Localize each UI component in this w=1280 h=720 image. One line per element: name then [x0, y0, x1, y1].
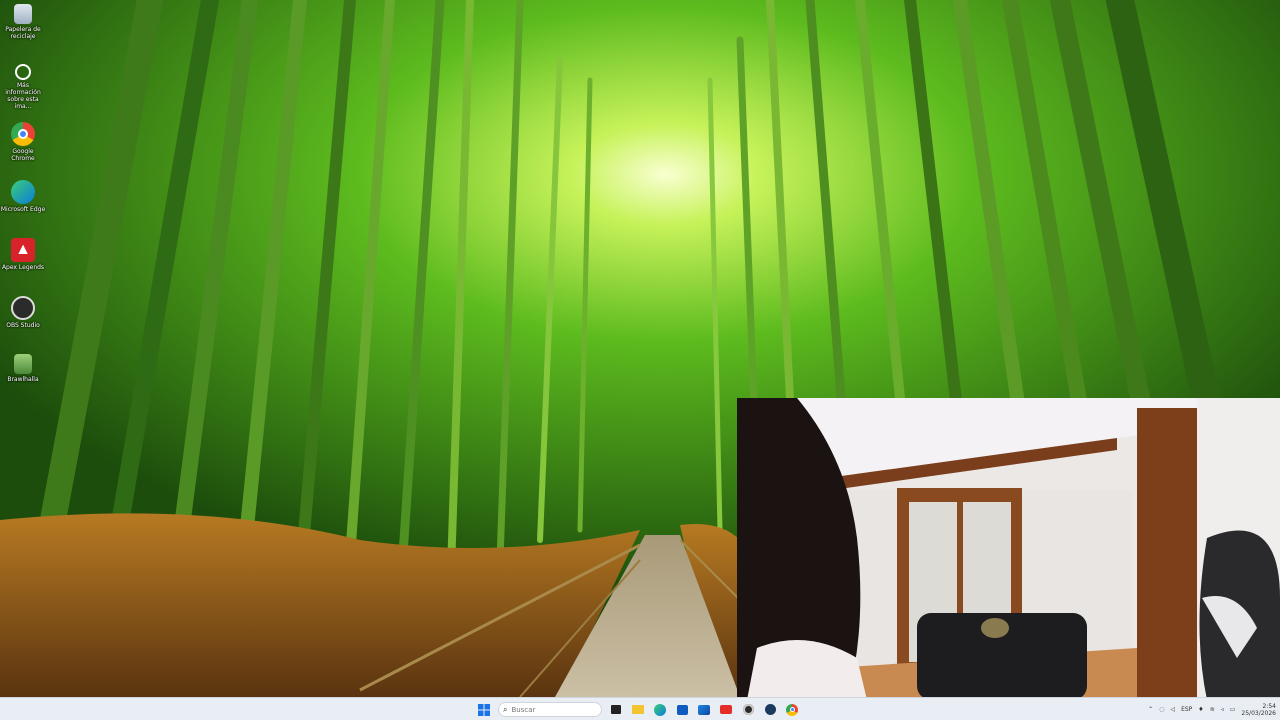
mic-icon[interactable]: ♦: [1198, 706, 1203, 713]
desktop-icon-label: Más información sobre esta ima...: [5, 82, 41, 110]
outlook-icon: [698, 704, 710, 715]
desktop-icon-apex-legends[interactable]: ▲ Apex Legends: [0, 238, 46, 271]
youtube-button[interactable]: [718, 702, 734, 718]
language-indicator[interactable]: ESP: [1181, 706, 1192, 713]
taskbar-search[interactable]: ⌕: [498, 702, 602, 717]
desktop-icon-label: Microsoft Edge: [0, 206, 46, 213]
file-explorer-icon: [632, 705, 644, 714]
search-icon: ⌕: [503, 704, 508, 714]
start-button[interactable]: [476, 702, 492, 718]
obs-icon: [742, 704, 754, 715]
battery-icon[interactable]: ▭: [1230, 706, 1236, 713]
brawlhalla-icon: [14, 354, 32, 374]
taskbar-center: ⌕: [476, 700, 800, 719]
system-tray: ⌃ ◌ ◁ ESP ♦ ≋ ◃ ▭ 2:54 25/03/2026: [1148, 700, 1276, 719]
task-view-icon: [611, 705, 621, 714]
edge-icon: [654, 703, 666, 716]
apex-legends-icon: ▲: [11, 238, 35, 262]
obs-taskbar-button[interactable]: [740, 702, 756, 718]
youtube-icon: [720, 705, 732, 714]
task-view-button[interactable]: [608, 702, 624, 718]
desktop-icon-obs-studio[interactable]: OBS Studio: [0, 296, 46, 329]
outlook-button[interactable]: [696, 702, 712, 718]
file-explorer-button[interactable]: [630, 702, 646, 718]
desktop-icon-chrome[interactable]: Google Chrome: [0, 122, 46, 162]
recycle-bin-icon: [14, 4, 32, 24]
desktop-icon-recycle-bin[interactable]: Papelera de reciclaje: [0, 4, 46, 40]
desktop-icon-label: Google Chrome: [11, 148, 35, 162]
desktop-icon-label: Brawlhalla: [7, 376, 39, 383]
network-icon[interactable]: ◌: [1159, 706, 1164, 713]
steam-icon: [764, 704, 776, 715]
clock[interactable]: 2:54 25/03/2026: [1241, 703, 1276, 717]
clock-time: 2:54: [1262, 702, 1276, 710]
desktop-icon-brawlhalla[interactable]: Brawlhalla: [0, 354, 46, 383]
chevron-up-icon[interactable]: ⌃: [1148, 706, 1153, 713]
store-icon: [676, 704, 688, 715]
start-icon: [478, 703, 490, 716]
edge-taskbar-button[interactable]: [652, 702, 668, 718]
taskbar: ⌕ ⌃: [0, 697, 1280, 720]
wifi-icon[interactable]: ≋: [1210, 706, 1215, 713]
speaker-icon[interactable]: ◁: [1170, 706, 1175, 713]
store-button[interactable]: [674, 702, 690, 718]
desktop-icon-edge[interactable]: Microsoft Edge: [0, 180, 46, 213]
chrome-icon: [11, 122, 35, 146]
webcam-overlay: [737, 398, 1280, 700]
steam-button[interactable]: [762, 702, 778, 718]
clock-date: 25/03/2026: [1241, 709, 1276, 717]
desktop-icon-info[interactable]: Más información sobre esta ima...: [0, 64, 46, 110]
obs-icon: [11, 296, 35, 320]
volume-icon[interactable]: ◃: [1221, 706, 1224, 713]
search-input[interactable]: [511, 705, 592, 714]
desktop-icon-label: OBS Studio: [6, 322, 40, 329]
chrome-icon: [786, 703, 798, 716]
info-icon: [15, 64, 31, 80]
chrome-taskbar-button[interactable]: [784, 702, 800, 718]
desktop-icon-label: Apex Legends: [1, 264, 45, 271]
desktop-icon-label: Papelera de reciclaje: [5, 26, 41, 40]
edge-icon: [11, 180, 35, 204]
